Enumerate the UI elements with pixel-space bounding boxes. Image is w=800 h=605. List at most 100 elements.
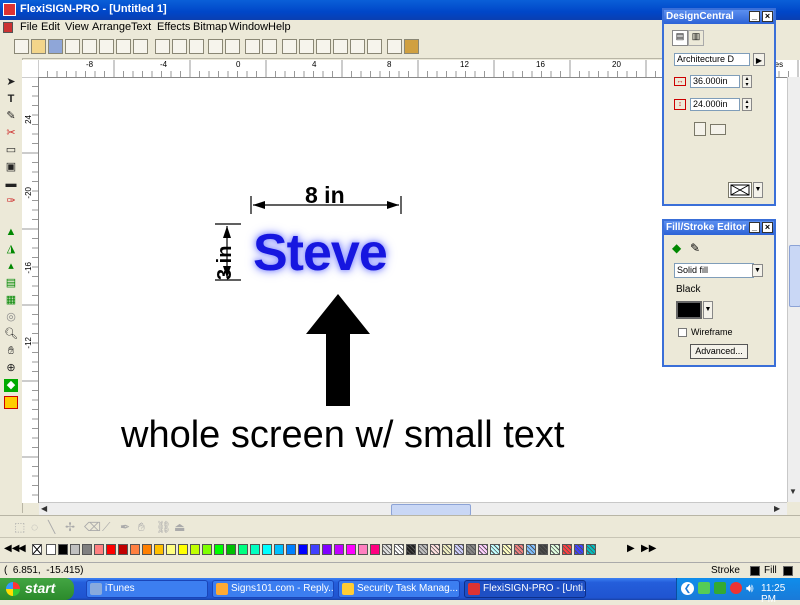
pattern-swatch[interactable] bbox=[430, 544, 440, 555]
menu-arrange[interactable]: Arrange bbox=[92, 21, 131, 33]
lasso-icon[interactable]: ◌ bbox=[31, 520, 38, 534]
task-flexisign[interactable]: FlexiSIGN-PRO - [Unti... bbox=[464, 580, 586, 598]
tray-app-icon[interactable] bbox=[714, 582, 726, 594]
document-icon[interactable] bbox=[3, 22, 13, 33]
fill-type-dropdown-icon[interactable]: ▼ bbox=[752, 264, 763, 277]
pattern-swatch[interactable] bbox=[454, 544, 464, 555]
paste-icon[interactable] bbox=[189, 39, 204, 54]
color-swatch[interactable] bbox=[358, 544, 368, 555]
palette-prev-icon[interactable]: ◀ bbox=[18, 543, 26, 554]
color-tool-icon[interactable]: ◆ bbox=[4, 379, 18, 392]
color-icon[interactable] bbox=[367, 39, 382, 54]
menu-view[interactable]: View bbox=[65, 21, 89, 33]
shape-tool-icon[interactable]: ✎ bbox=[4, 110, 18, 123]
width-input[interactable]: 36.000in bbox=[690, 75, 740, 88]
color-swatch[interactable] bbox=[106, 544, 116, 555]
vertical-scroll-thumb[interactable] bbox=[789, 245, 800, 307]
fill-bucket-icon[interactable]: ◆ bbox=[672, 241, 681, 255]
menu-window[interactable]: Window bbox=[229, 21, 268, 33]
color-swatch[interactable] bbox=[274, 544, 284, 555]
pen-icon[interactable]: ✒ bbox=[120, 520, 130, 534]
pattern-swatch[interactable] bbox=[382, 544, 392, 555]
pattern-swatch[interactable] bbox=[538, 544, 548, 555]
polygon-icon[interactable]: ▣ bbox=[4, 161, 18, 174]
hand-icon[interactable]: ✋︎ bbox=[138, 520, 145, 535]
node-select-icon[interactable]: ⬚ bbox=[14, 520, 25, 534]
pattern-swatch[interactable] bbox=[526, 544, 536, 555]
undo-icon[interactable] bbox=[208, 39, 223, 54]
document-tab-icon[interactable]: ▤ bbox=[672, 30, 688, 46]
menu-edit[interactable]: Edit bbox=[41, 21, 60, 33]
height-input[interactable]: 24.000in bbox=[690, 98, 740, 111]
open-icon[interactable] bbox=[31, 39, 46, 54]
plot-icon[interactable] bbox=[133, 39, 148, 54]
wireframe-checkbox[interactable] bbox=[678, 328, 687, 337]
color-swatch[interactable] bbox=[310, 544, 320, 555]
weld-node-icon[interactable]: ⛓ bbox=[156, 520, 171, 534]
color-swatch[interactable] bbox=[130, 544, 140, 555]
color-swatch[interactable] bbox=[166, 544, 176, 555]
horizontal-scrollbar[interactable]: ◀ ▶ bbox=[39, 502, 787, 516]
menu-effects[interactable]: Effects bbox=[157, 21, 190, 33]
fill-color-swatch[interactable] bbox=[783, 566, 793, 576]
preview-dropdown-icon[interactable]: ▼ bbox=[753, 182, 763, 198]
align-icon[interactable] bbox=[316, 39, 331, 54]
color-swatch[interactable] bbox=[370, 544, 380, 555]
import-icon[interactable] bbox=[65, 39, 80, 54]
zoom-icon[interactable] bbox=[387, 39, 402, 54]
zoom-out-icon[interactable]: ◎ bbox=[4, 311, 18, 324]
export-icon[interactable] bbox=[82, 39, 97, 54]
color-swatch[interactable] bbox=[118, 544, 128, 555]
fill-tool-icon[interactable]: ▲ bbox=[4, 226, 18, 239]
zoom-in-icon[interactable]: ⊕ bbox=[4, 362, 18, 375]
app-icon[interactable] bbox=[3, 3, 16, 16]
color-swatch[interactable] bbox=[322, 544, 332, 555]
pattern-swatch[interactable] bbox=[562, 544, 572, 555]
tray-expand-icon[interactable]: ❮ bbox=[681, 582, 694, 595]
fill-color-dropdown-icon[interactable]: ▼ bbox=[703, 301, 713, 319]
menu-help[interactable]: Help bbox=[268, 21, 291, 33]
distort-icon[interactable]: ◮ bbox=[4, 243, 18, 256]
pattern-swatch[interactable] bbox=[394, 544, 404, 555]
color-swatch[interactable] bbox=[262, 544, 272, 555]
color-swatch[interactable] bbox=[346, 544, 356, 555]
menu-text[interactable]: Text bbox=[131, 21, 151, 33]
layers-icon[interactable] bbox=[4, 396, 18, 409]
image-icon[interactable] bbox=[404, 39, 419, 54]
print-icon[interactable] bbox=[99, 39, 114, 54]
pattern-swatch[interactable] bbox=[574, 544, 584, 555]
line-node-icon[interactable]: ╲ bbox=[48, 520, 55, 534]
redo-icon[interactable] bbox=[225, 39, 240, 54]
hand-pan-icon[interactable]: ✋︎ bbox=[4, 345, 18, 358]
color-swatch[interactable] bbox=[238, 544, 248, 555]
pattern-swatch[interactable] bbox=[502, 544, 512, 555]
no-color-swatch[interactable] bbox=[32, 544, 42, 555]
height-spinner[interactable]: ▴ ▾ bbox=[742, 98, 752, 111]
steve-text-object[interactable]: Steve bbox=[253, 223, 388, 283]
magnifier-icon[interactable]: 🔍︎ bbox=[4, 328, 18, 341]
measure-icon[interactable]: ▬ bbox=[4, 178, 18, 191]
close-icon[interactable]: × bbox=[762, 11, 773, 22]
color-swatch[interactable] bbox=[142, 544, 152, 555]
portrait-orientation-button[interactable] bbox=[694, 122, 706, 136]
color-swatch[interactable] bbox=[94, 544, 104, 555]
weld-icon[interactable] bbox=[350, 39, 365, 54]
pattern-swatch[interactable] bbox=[442, 544, 452, 555]
stroke-color-swatch[interactable] bbox=[750, 566, 760, 576]
color-swatch[interactable] bbox=[250, 544, 260, 555]
new-icon[interactable] bbox=[14, 39, 29, 54]
preset-next-icon[interactable]: ▶ bbox=[753, 53, 765, 66]
eraser-icon[interactable]: ⌫ bbox=[84, 520, 101, 534]
page-preset-dropdown[interactable]: Architecture D bbox=[674, 53, 750, 66]
close-icon[interactable]: × bbox=[762, 222, 773, 233]
color-swatch[interactable] bbox=[46, 544, 56, 555]
grid-icon[interactable] bbox=[333, 39, 348, 54]
fill-type-dropdown[interactable]: Solid fill bbox=[674, 263, 754, 278]
palette-next-icon[interactable]: ▶ bbox=[627, 543, 635, 554]
color-swatch[interactable] bbox=[226, 544, 236, 555]
menu-file[interactable]: File bbox=[20, 21, 38, 33]
tray-security-icon[interactable] bbox=[730, 582, 742, 594]
copy-icon[interactable] bbox=[172, 39, 187, 54]
palette-scroll-right-icon[interactable]: ▶▶ bbox=[641, 543, 656, 554]
cut-output-icon[interactable] bbox=[116, 39, 131, 54]
